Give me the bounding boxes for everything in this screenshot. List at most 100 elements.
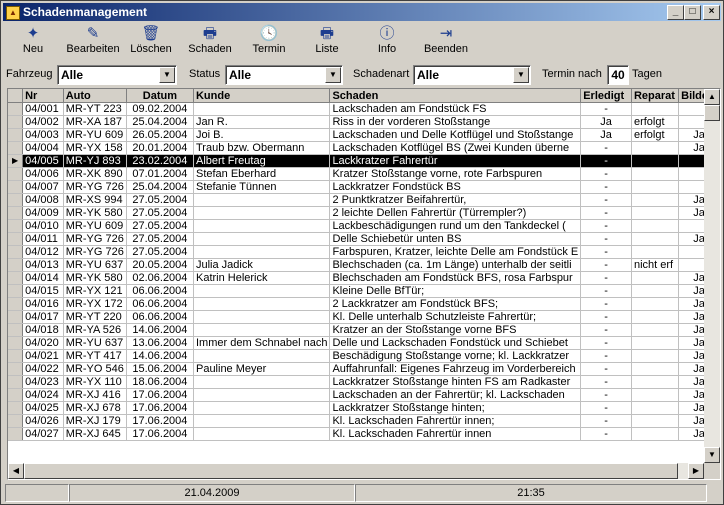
column-header[interactable]: Erledigt — [580, 89, 632, 103]
row-indicator[interactable] — [8, 258, 24, 272]
row-indicator[interactable] — [8, 128, 24, 142]
row-indicator[interactable] — [8, 271, 24, 285]
damage-grid[interactable]: Nr Auto Datum Kunde Schaden Erledigt Reparat Bi… — [7, 88, 721, 480]
row-indicator[interactable] — [8, 427, 24, 441]
table-row[interactable]: 04/012 MR-YG 726 27.05.2004 Farbspuren, Kra… — [8, 245, 720, 259]
table-row[interactable]: 04/020 MR-YU 637 13.06.2004 Immer dem Schna… — [8, 336, 720, 350]
row-indicator[interactable] — [8, 206, 24, 220]
table-cell: erfolgt — [631, 115, 680, 129]
row-indicator[interactable] — [8, 167, 24, 181]
table-row[interactable]: 04/006 MR-XK 890 07.01.2004 Stefan Eberhard… — [8, 167, 720, 181]
row-indicator[interactable] — [8, 375, 24, 389]
neu-button[interactable]: ✦ Neu — [11, 25, 55, 59]
table-cell: Kl. Lackschaden Fahrertür innen — [329, 427, 582, 441]
chevron-down-icon[interactable]: ▼ — [159, 67, 175, 83]
schadenart-select[interactable]: Alle ▼ — [413, 65, 531, 85]
scroll-up-icon[interactable]: ▲ — [704, 89, 720, 105]
table-row[interactable]: 04/017 MR-YT 220 06.06.2004 Kl. Delle unter… — [8, 310, 720, 324]
beenden-button[interactable]: ⇥ Beenden — [421, 25, 471, 59]
row-pointer-icon[interactable]: ▶ — [8, 154, 24, 168]
row-indicator[interactable] — [8, 349, 24, 363]
table-row[interactable]: 04/021 MR-YT 417 14.06.2004 Beschädigung St… — [8, 349, 720, 363]
termin-button[interactable]: 🕓 Termin — [249, 25, 289, 59]
table-row[interactable]: 04/001 MR-YT 223 09.02.2004 Lackschaden am … — [8, 102, 720, 116]
row-indicator[interactable] — [8, 336, 24, 350]
column-header[interactable]: Reparat — [631, 89, 680, 103]
window-title: Schadenmanagement — [23, 5, 148, 19]
liste-button[interactable]: 🖶 Liste — [307, 25, 347, 59]
row-indicator[interactable] — [8, 414, 24, 428]
table-row[interactable]: 04/025 MR-XJ 678 17.06.2004 Lackkratzer Sto… — [8, 401, 720, 415]
table-row[interactable]: 04/007 MR-YG 726 25.04.2004 Stefanie Tünnen… — [8, 180, 720, 194]
table-row[interactable]: 04/010 MR-YU 609 27.05.2004 Lackbeschädigun… — [8, 219, 720, 233]
row-indicator[interactable] — [8, 232, 24, 246]
table-row[interactable]: ▶ 04/005 MR-YJ 893 23.02.2004 Albert Freutag… — [8, 154, 720, 168]
column-header[interactable]: Datum — [126, 89, 194, 103]
table-row[interactable]: 04/018 MR-YA 526 14.06.2004 Kratzer an der … — [8, 323, 720, 337]
row-indicator[interactable] — [8, 310, 24, 324]
fahrzeug-select[interactable]: Alle ▼ — [57, 65, 177, 85]
close-button[interactable]: × — [703, 5, 720, 20]
vertical-scroll-thumb[interactable] — [704, 105, 720, 121]
row-indicator[interactable] — [8, 297, 24, 311]
table-cell: Lackkratzer Fondstück BS — [329, 180, 582, 194]
table-cell: Kleine Delle BfTür; — [329, 284, 582, 298]
chevron-down-icon[interactable]: ▼ — [325, 67, 341, 83]
table-cell: Lackkratzer Fahrertür — [329, 154, 582, 168]
table-row[interactable]: 04/027 MR-XJ 645 17.06.2004 Kl. Lackschaden… — [8, 427, 720, 441]
table-row[interactable]: 04/009 MR-YK 580 27.05.2004 2 leichte Delle… — [8, 206, 720, 220]
table-row[interactable]: 04/015 MR-YX 121 06.06.2004 Kleine Delle Bf… — [8, 284, 720, 298]
table-row[interactable]: 04/026 MR-XJ 179 17.06.2004 Kl. Lackschaden… — [8, 414, 720, 428]
table-row[interactable]: 04/011 MR-YG 726 27.05.2004 Delle Schiebetü… — [8, 232, 720, 246]
resize-grip-icon[interactable] — [707, 484, 719, 500]
row-indicator[interactable] — [8, 323, 24, 337]
row-indicator[interactable] — [8, 115, 24, 129]
table-row[interactable]: 04/024 MR-XJ 416 17.06.2004 Lackschaden an … — [8, 388, 720, 402]
row-indicator[interactable] — [8, 284, 24, 298]
status-select[interactable]: Alle ▼ — [225, 65, 343, 85]
table-cell: 23.02.2004 — [126, 154, 194, 168]
scroll-right-icon[interactable]: ▶ — [688, 463, 704, 479]
horizontal-scrollbar[interactable]: ◀ ▶ — [8, 463, 704, 479]
vertical-scrollbar[interactable]: ▲ ▼ — [704, 89, 720, 463]
row-indicator[interactable] — [8, 141, 24, 155]
table-row[interactable]: 04/008 MR-XS 994 27.05.2004 2 Punktkratzer … — [8, 193, 720, 207]
scroll-left-icon[interactable]: ◀ — [8, 463, 24, 479]
table-cell: 17.06.2004 — [126, 414, 194, 428]
termin-days-input[interactable]: 40 — [607, 65, 629, 85]
column-header[interactable]: Nr — [22, 89, 64, 103]
table-row[interactable]: 04/013 MR-YU 637 20.05.2004 Julia Jadick Ble… — [8, 258, 720, 272]
table-row[interactable]: 04/023 MR-YX 110 18.06.2004 Lackkratzer Sto… — [8, 375, 720, 389]
maximize-button[interactable]: □ — [684, 5, 701, 20]
row-indicator[interactable] — [8, 219, 24, 233]
table-cell: 06.06.2004 — [126, 284, 194, 298]
table-row[interactable]: 04/003 MR-YU 609 26.05.2004 Joi B. Lackschad… — [8, 128, 720, 142]
column-header[interactable]: Auto — [63, 89, 127, 103]
row-indicator[interactable] — [8, 401, 24, 415]
info-button[interactable]: ⓘ Info — [367, 25, 407, 59]
table-cell: 04/024 — [22, 388, 64, 402]
table-cell: 04/017 — [22, 310, 64, 324]
title-bar[interactable]: ▲ Schadenmanagement _ □ × — [3, 3, 721, 21]
table-row[interactable]: 04/002 MR-XA 187 25.04.2004 Jan R. Riss in d… — [8, 115, 720, 129]
table-row[interactable]: 04/014 MR-YK 580 02.06.2004 Katrin Helerick… — [8, 271, 720, 285]
horizontal-scroll-thumb[interactable] — [24, 463, 678, 479]
row-indicator[interactable] — [8, 388, 24, 402]
table-row[interactable]: 04/004 MR-YX 158 20.01.2004 Traub bzw. Ober… — [8, 141, 720, 155]
minimize-button[interactable]: _ — [667, 5, 684, 20]
table-row[interactable]: 04/022 MR-YO 546 15.06.2004 Pauline Meyer Au… — [8, 362, 720, 376]
row-indicator[interactable] — [8, 245, 24, 259]
scroll-down-icon[interactable]: ▼ — [704, 447, 720, 463]
row-indicator[interactable] — [8, 102, 24, 116]
loeschen-button[interactable]: 🗑 Löschen — [129, 25, 173, 59]
row-indicator[interactable] — [8, 362, 24, 376]
row-indicator[interactable] — [8, 180, 24, 194]
app-icon[interactable]: ▲ — [6, 6, 20, 20]
schaden-button[interactable]: 🖶 Schaden — [187, 25, 233, 59]
table-row[interactable]: 04/016 MR-YX 172 06.06.2004 2 Lackkratzer a… — [8, 297, 720, 311]
column-header[interactable]: Kunde — [193, 89, 331, 103]
row-indicator[interactable] — [8, 193, 24, 207]
chevron-down-icon[interactable]: ▼ — [513, 67, 529, 83]
column-header[interactable]: Schaden — [329, 89, 582, 103]
bearbeiten-button[interactable]: ✎ Bearbeiten — [65, 25, 121, 59]
